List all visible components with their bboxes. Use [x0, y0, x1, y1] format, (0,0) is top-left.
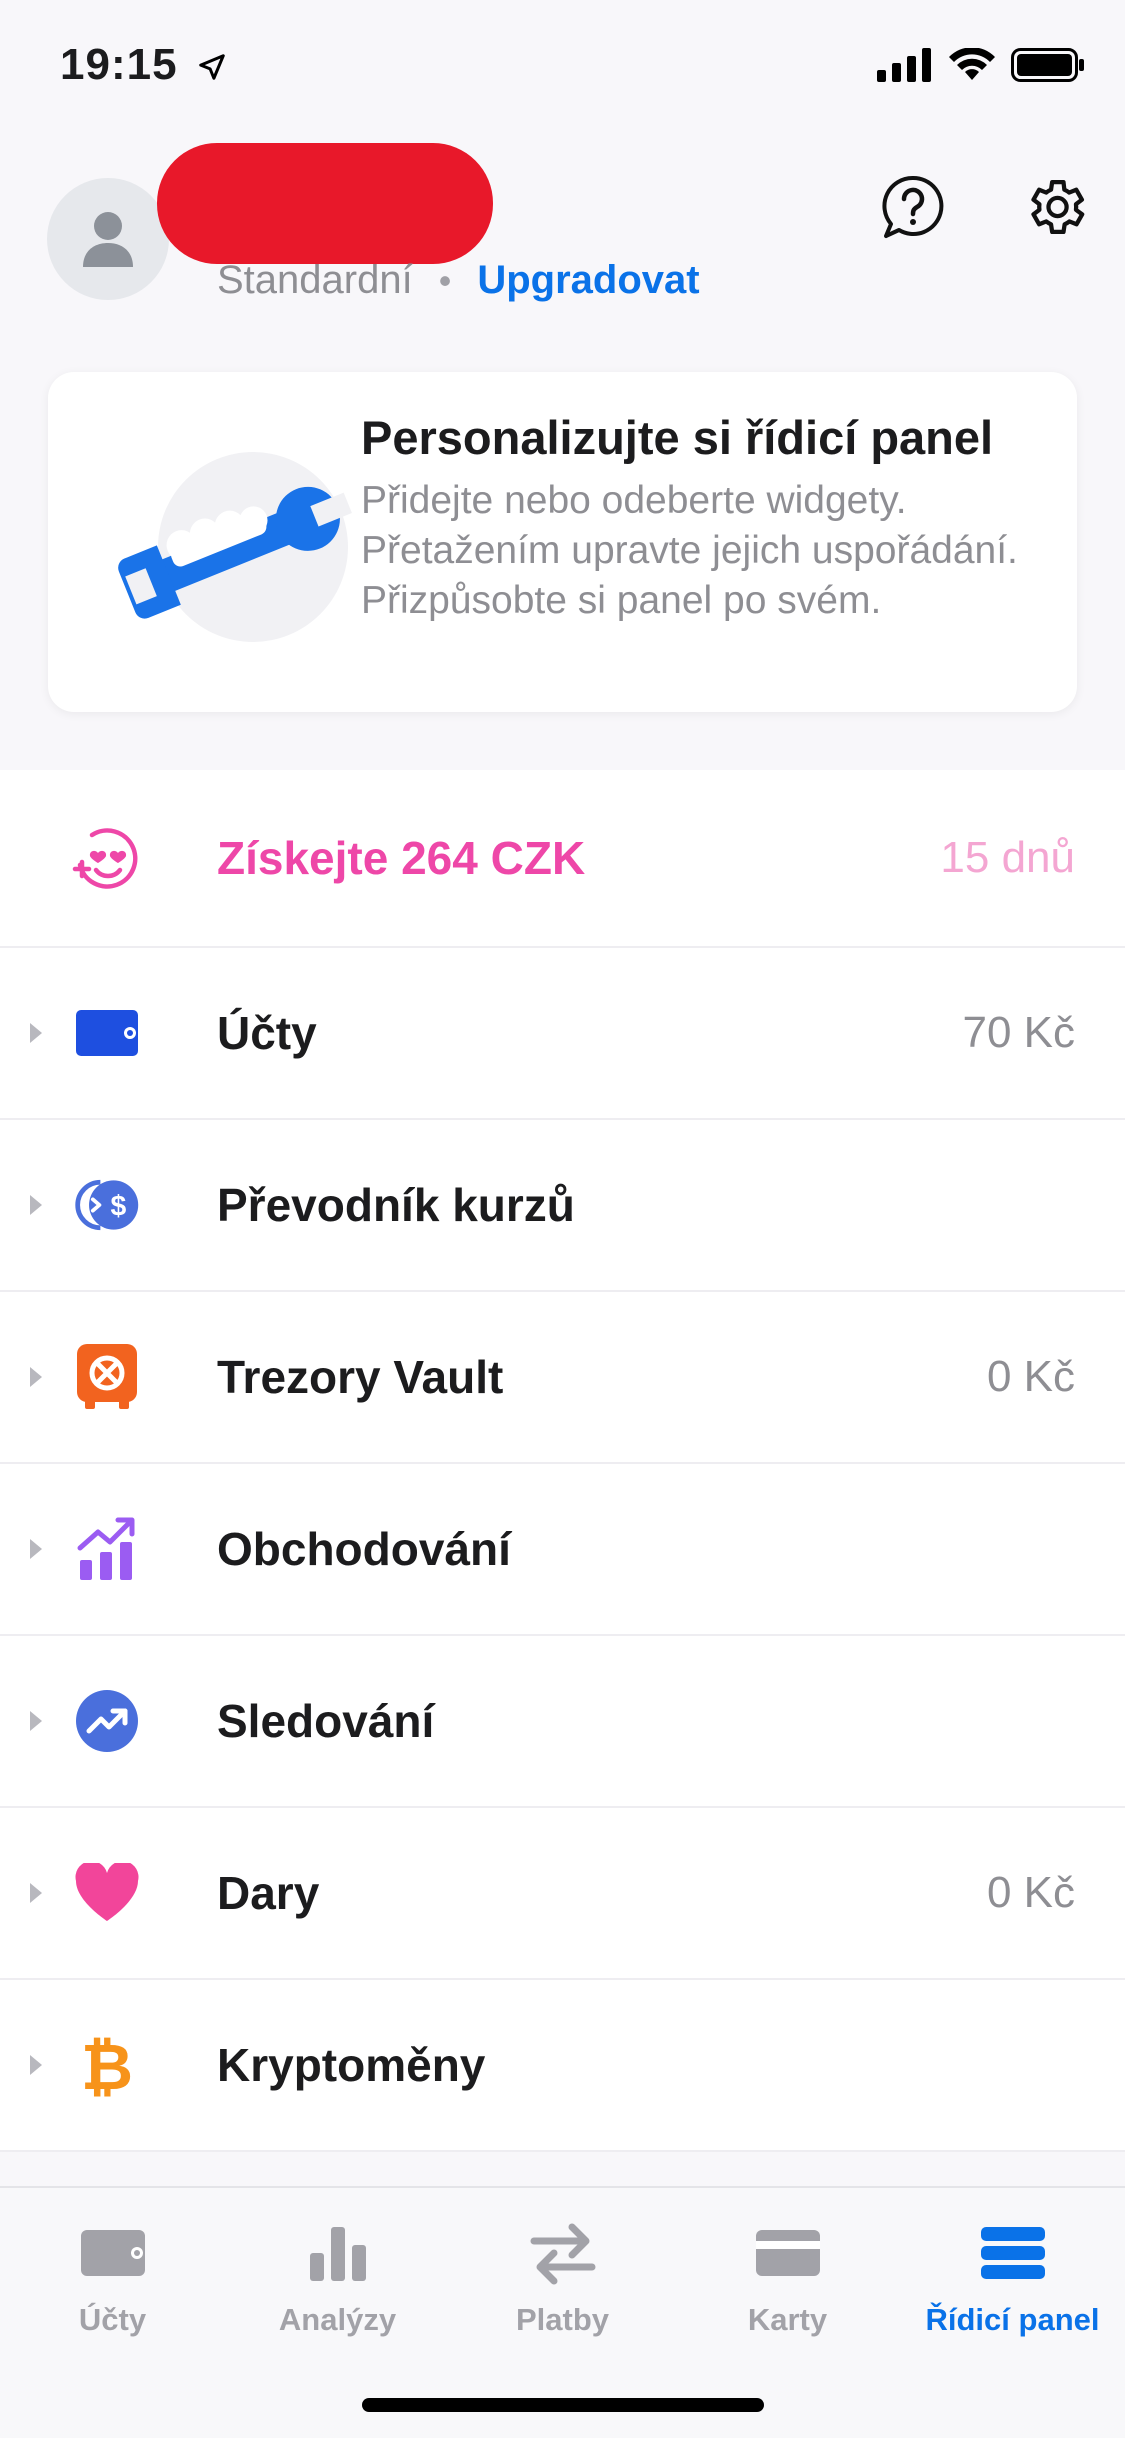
- separator-dot: •: [438, 259, 452, 301]
- widget-list: Získejte 264 CZK 15 dnů Účty 70 Kč $ Pře…: [0, 770, 1125, 2152]
- promo-value: 15 dnů: [940, 833, 1075, 882]
- tab-dashboard[interactable]: Řídicí panel: [900, 2218, 1125, 2338]
- settings-button[interactable]: [1020, 172, 1090, 242]
- home-indicator[interactable]: [362, 2398, 764, 2412]
- row-value: 0 Kč: [986, 1352, 1075, 1401]
- avatar[interactable]: [47, 178, 169, 300]
- row-vaults[interactable]: Trezory Vault 0 Kč: [0, 1292, 1125, 1464]
- promo-row[interactable]: Získejte 264 CZK 15 dnů: [0, 770, 1125, 948]
- tab-label: Řídicí panel: [925, 2302, 1100, 2337]
- row-accounts[interactable]: Účty 70 Kč: [0, 948, 1125, 1120]
- vault-icon: [72, 1342, 142, 1412]
- row-label: Převodník kurzů: [217, 1179, 575, 1231]
- battery-icon: [1011, 48, 1084, 82]
- expand-caret-icon[interactable]: [30, 1711, 42, 1731]
- user-icon: [83, 212, 133, 267]
- bar-chart-icon: [298, 2218, 378, 2288]
- wifi-icon: [949, 48, 995, 80]
- redacted-username: [157, 143, 493, 264]
- card-icon: [748, 2218, 828, 2288]
- plan-line: Standardní • Upgradovat: [217, 258, 700, 303]
- tab-label: Analýzy: [278, 2302, 397, 2337]
- row-label: Obchodování: [217, 1523, 511, 1575]
- promo-label: Získejte 264 CZK: [217, 832, 586, 884]
- help-icon: [882, 175, 944, 238]
- dashboard-icon: [973, 2218, 1053, 2288]
- svg-text:$: $: [110, 1190, 126, 1222]
- row-crypto[interactable]: ₿ Kryptoměny: [0, 1980, 1125, 2152]
- personalize-card[interactable]: Personalizujte si řídicí panel Přidejte …: [48, 372, 1077, 712]
- card-title: Personalizujte si řídicí panel: [361, 411, 994, 464]
- row-label: Sledování: [217, 1695, 435, 1747]
- gear-icon: [1031, 179, 1085, 235]
- row-label: Dary: [217, 1867, 320, 1919]
- expand-caret-icon[interactable]: [30, 1195, 42, 1215]
- tab-label: Karty: [747, 2302, 828, 2337]
- status-indicators: [877, 48, 1085, 82]
- row-donations[interactable]: Dary 0 Kč: [0, 1808, 1125, 1980]
- tab-label: Účty: [78, 2302, 147, 2337]
- wrench-illustration-icon: [108, 442, 358, 652]
- tab-label: Platby: [515, 2302, 610, 2337]
- trend-up-icon: [72, 1686, 142, 1756]
- row-trading[interactable]: Obchodování: [0, 1464, 1125, 1636]
- upgrade-link[interactable]: Upgradovat: [477, 258, 699, 303]
- heart-icon: [72, 1858, 142, 1928]
- svg-text:₿: ₿: [81, 2033, 133, 2097]
- expand-caret-icon[interactable]: [30, 2055, 42, 2075]
- expand-caret-icon[interactable]: [30, 1367, 42, 1387]
- expand-caret-icon[interactable]: [30, 1539, 42, 1559]
- expand-caret-icon[interactable]: [30, 1023, 42, 1043]
- plan-label: Standardní: [217, 258, 413, 302]
- cellular-signal-icon: [877, 48, 931, 82]
- status-time: 19:15: [60, 40, 227, 90]
- wallet-icon: [73, 2218, 153, 2288]
- row-currency-converter[interactable]: $ Převodník kurzů: [0, 1120, 1125, 1292]
- help-button[interactable]: [878, 172, 948, 242]
- expand-caret-icon[interactable]: [30, 1883, 42, 1903]
- bitcoin-icon: ₿: [72, 2030, 142, 2100]
- tab-accounts[interactable]: Účty: [0, 2218, 225, 2338]
- row-label: Účty: [217, 1007, 317, 1059]
- transfer-arrows-icon: [523, 2218, 603, 2288]
- row-tracking[interactable]: Sledování: [0, 1636, 1125, 1808]
- card-description: Přidejte nebo odeberte widgety. Přetažen…: [361, 479, 1018, 622]
- tab-analytics[interactable]: Analýzy: [225, 2218, 450, 2338]
- tab-payments[interactable]: Platby: [450, 2218, 675, 2338]
- row-value: 70 Kč: [962, 1008, 1075, 1057]
- wallet-icon: [72, 998, 142, 1068]
- trading-chart-icon: [72, 1514, 142, 1584]
- smile-hearts-icon: [72, 823, 142, 893]
- currency-exchange-icon: $: [72, 1170, 142, 1240]
- row-label: Trezory Vault: [217, 1351, 504, 1403]
- row-value: 0 Kč: [986, 1868, 1075, 1917]
- location-arrow-icon: [199, 54, 225, 81]
- row-label: Kryptoměny: [217, 2039, 486, 2091]
- status-time-text: 19:15: [60, 40, 178, 89]
- tab-cards[interactable]: Karty: [675, 2218, 900, 2338]
